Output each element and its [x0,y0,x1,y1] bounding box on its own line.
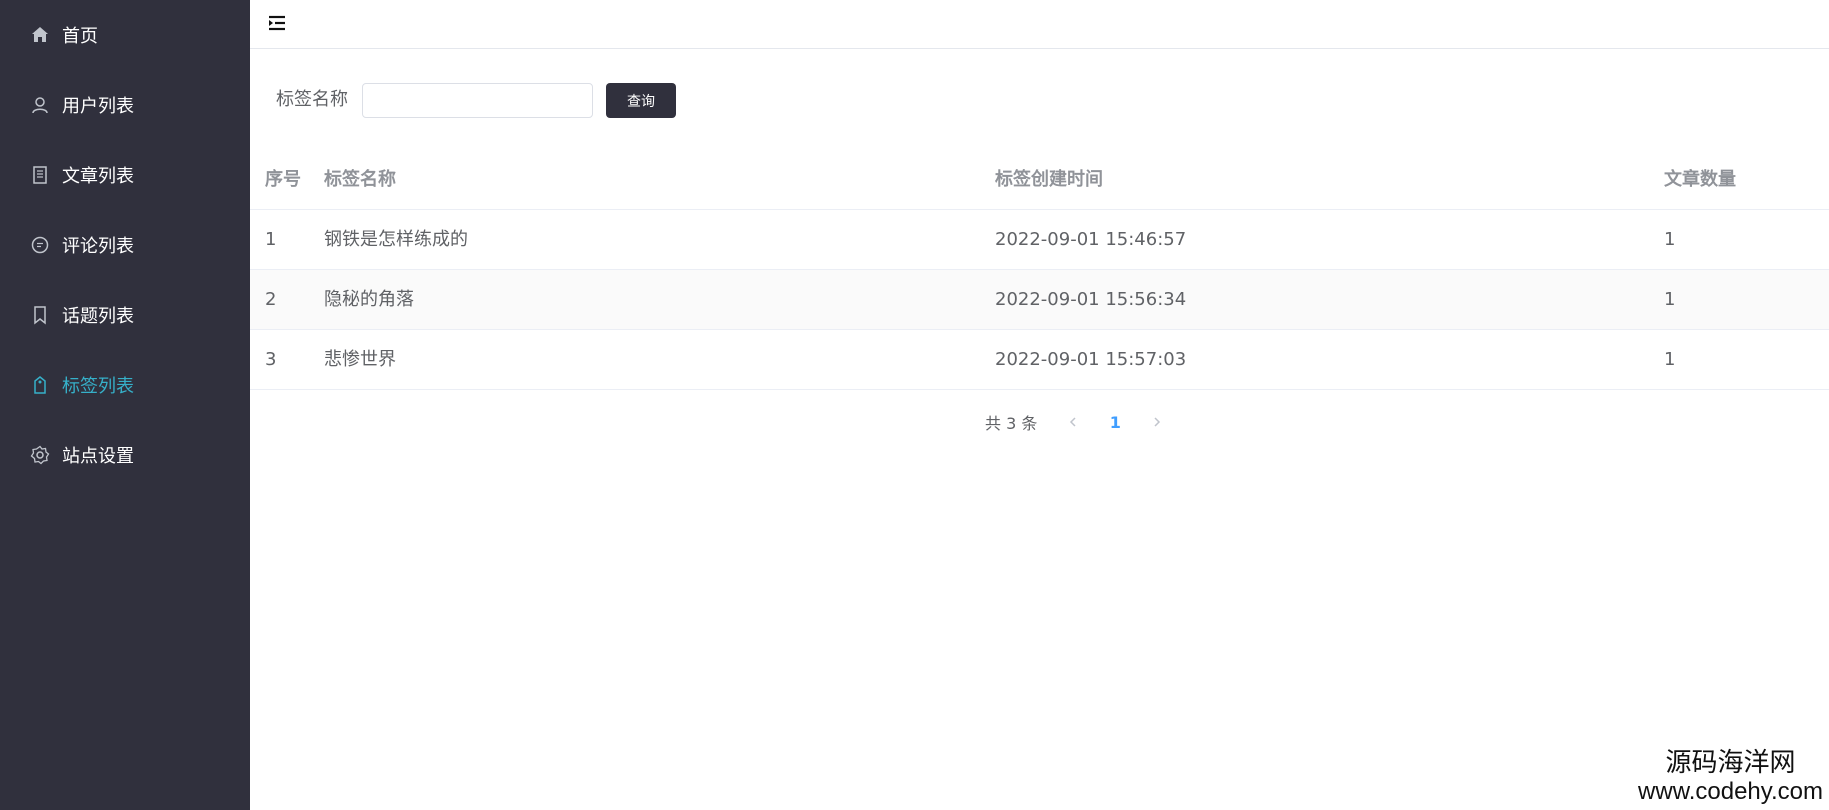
home-icon [30,25,50,45]
sidebar-item-label: 用户列表 [62,96,134,117]
menu-fold-icon[interactable] [266,12,288,34]
table-row: 1 钢铁是怎样练成的 2022-09-01 15:46:57 1 [250,210,1829,270]
watermark: 源码海洋网 www.codehy.com [1638,748,1823,806]
comment-icon [30,235,50,255]
tag-name-input[interactable] [362,83,593,118]
sidebar-item-articles[interactable]: 文章列表 [0,145,250,205]
tag-name-filter-label: 标签名称 [276,89,348,110]
sidebar-item-settings[interactable]: 站点设置 [0,425,250,485]
cell-created-time: 2022-09-01 15:46:57 [995,229,1187,250]
column-header-created-time: 标签创建时间 [995,169,1103,190]
gear-icon [30,445,50,465]
cell-article-count: 1 [1664,289,1676,310]
cell-article-count: 1 [1664,349,1676,370]
table-header: 序号 标签名称 标签创建时间 文章数量 [250,150,1829,210]
sidebar-item-label: 评论列表 [62,236,134,257]
cell-index: 2 [265,289,277,310]
sidebar-item-label: 文章列表 [62,166,134,187]
cell-tag-name: 钢铁是怎样练成的 [324,229,468,250]
watermark-en: www.codehy.com [1638,778,1823,805]
cell-index: 3 [265,349,277,370]
watermark-cn: 源码海洋网 [1665,748,1796,778]
table-row: 2 隐秘的角落 2022-09-01 15:56:34 1 [250,270,1829,330]
sidebar-item-users[interactable]: 用户列表 [0,75,250,135]
sidebar-item-label: 站点设置 [62,446,134,467]
pagination-total: 共 3 条 [985,414,1038,433]
pagination-page[interactable]: 1 [1097,408,1133,436]
cell-tag-name: 悲惨世界 [324,349,396,370]
column-header-article-count: 文章数量 [1664,169,1736,190]
table-row: 3 悲惨世界 2022-09-01 15:57:03 1 [250,330,1829,390]
tags-table: 序号 标签名称 标签创建时间 文章数量 1 钢铁是怎样练成的 2022-09-0… [250,150,1829,390]
sidebar-item-home[interactable]: 首页 [0,5,250,65]
sidebar: 首页 用户列表 文章列表 评论列表 话题列表 标签列表 站点设置 [0,0,250,810]
cell-tag-name: 隐秘的角落 [324,289,414,310]
sidebar-item-topics[interactable]: 话题列表 [0,285,250,345]
cell-created-time: 2022-09-01 15:57:03 [995,349,1187,370]
cell-index: 1 [265,229,277,250]
column-header-tag-name: 标签名称 [324,169,396,190]
sidebar-item-tags[interactable]: 标签列表 [0,355,250,415]
cell-article-count: 1 [1664,229,1676,250]
bookmark-icon [30,305,50,325]
user-icon [30,95,50,115]
column-header-index: 序号 [265,169,301,190]
chevron-left-icon[interactable] [1059,408,1087,436]
tag-icon [30,375,50,395]
top-bar [250,0,1829,49]
sidebar-item-comments[interactable]: 评论列表 [0,215,250,275]
sidebar-item-label: 标签列表 [62,376,134,397]
query-button[interactable]: 查询 [606,83,676,118]
sidebar-item-label: 话题列表 [62,306,134,327]
document-icon [30,165,50,185]
pagination: 共 3 条 1 [985,408,1171,436]
chevron-right-icon[interactable] [1143,408,1171,436]
cell-created-time: 2022-09-01 15:56:34 [995,289,1187,310]
sidebar-item-label: 首页 [62,26,98,47]
